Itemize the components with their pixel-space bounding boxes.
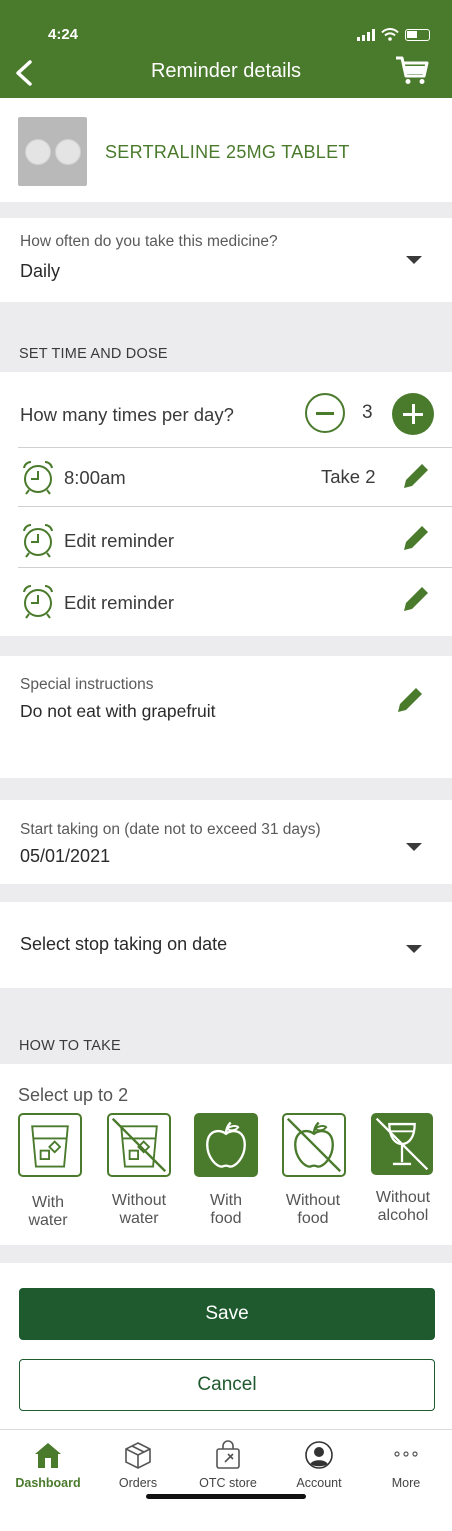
option-label: With food <box>210 1192 242 1227</box>
page-title: Reminder details <box>150 60 302 82</box>
section-header: HOW TO TAKE <box>0 988 452 1064</box>
status-time: 4:24 <box>48 26 79 43</box>
tab-otc-store[interactable]: OTC store <box>183 1440 273 1490</box>
pencil-icon[interactable] <box>400 460 432 492</box>
section-title-how-to-take: HOW TO TAKE <box>19 1038 121 1054</box>
special-instructions[interactable]: Special instructions Do not eat with gra… <box>0 656 452 778</box>
option-label: Without food <box>285 1192 341 1227</box>
reminder-row[interactable]: Edit reminder <box>0 568 452 636</box>
decrement-button[interactable] <box>305 393 345 433</box>
box-icon <box>125 1442 151 1469</box>
option-label: Without alcohol <box>375 1189 431 1224</box>
section-header: SET TIME AND DOSE <box>0 302 452 372</box>
special-instructions-value: Do not eat with grapefruit <box>20 701 216 721</box>
bottom-tab-bar: Dashboard Orders OTC store Account More <box>0 1429 452 1531</box>
dropdown-caret-icon <box>406 256 422 264</box>
battery-icon <box>405 28 430 41</box>
frequency-label: How often do you take this medicine? <box>20 233 278 250</box>
stop-date-label: Select stop taking on date <box>20 934 228 954</box>
start-date-dropdown[interactable]: Start taking on (date not to exceed 31 d… <box>0 800 452 884</box>
spacer <box>0 1245 452 1263</box>
spacer <box>0 884 452 902</box>
signal-icon <box>357 28 375 41</box>
tab-orders[interactable]: Orders <box>93 1440 183 1490</box>
product-image <box>18 117 87 186</box>
pencil-icon[interactable] <box>400 583 432 615</box>
select-hint: Select up to 2 <box>18 1085 129 1105</box>
reminder-time: 8:00am <box>64 467 126 488</box>
increment-button[interactable] <box>392 393 434 435</box>
alarm-clock-icon <box>23 523 53 558</box>
dropdown-caret-icon <box>406 843 422 851</box>
cart-icon[interactable] <box>394 54 430 86</box>
spacer <box>0 636 452 656</box>
option-without-water[interactable] <box>107 1113 171 1177</box>
option-label: With water <box>28 1194 68 1229</box>
alarm-clock-icon <box>23 584 53 619</box>
home-indicator <box>146 1494 306 1499</box>
shopping-bag-icon <box>216 1440 240 1469</box>
no-water-icon <box>111 1117 167 1173</box>
no-alcohol-icon <box>375 1117 429 1171</box>
option-without-food[interactable] <box>282 1113 346 1177</box>
option-label: Without water <box>111 1192 167 1227</box>
pencil-icon[interactable] <box>394 684 426 716</box>
times-per-day-label: How many times per day? <box>20 404 234 425</box>
frequency-value: Daily <box>20 261 61 281</box>
start-date-label: Start taking on (date not to exceed 31 d… <box>20 821 321 838</box>
status-icons <box>357 28 430 41</box>
dropdown-caret-icon <box>406 945 422 953</box>
reminder-dose: Take 2 <box>321 466 376 487</box>
tab-more[interactable]: More <box>361 1440 451 1490</box>
option-with-food[interactable] <box>194 1113 258 1177</box>
reminder-time: Edit reminder <box>64 530 175 551</box>
reminder-time: Edit reminder <box>64 592 175 613</box>
tab-account[interactable]: Account <box>274 1440 364 1490</box>
wifi-icon <box>381 28 399 41</box>
reminder-row[interactable]: 8:00am Take 2 <box>0 448 452 506</box>
option-without-alcohol[interactable] <box>371 1113 433 1175</box>
alarm-clock-icon <box>23 460 53 495</box>
apple-icon <box>206 1121 246 1168</box>
tab-dashboard[interactable]: Dashboard <box>3 1440 93 1490</box>
cancel-button[interactable]: Cancel <box>19 1359 435 1411</box>
app-header: 4:24 Reminder details <box>0 0 452 98</box>
option-with-water[interactable] <box>18 1113 82 1177</box>
section-title-time-dose: SET TIME AND DOSE <box>19 346 168 362</box>
no-food-icon <box>286 1117 342 1173</box>
product-name: SERTRALINE 25MG TABLET <box>105 142 350 162</box>
stop-date-dropdown[interactable]: Select stop taking on date <box>0 902 452 988</box>
spacer <box>0 778 452 800</box>
times-count: 3 <box>362 402 373 423</box>
home-icon <box>35 1443 61 1468</box>
spacer <box>0 202 452 218</box>
start-date-value: 05/01/2021 <box>20 846 111 866</box>
frequency-dropdown[interactable]: How often do you take this medicine? Dai… <box>0 218 452 302</box>
save-button[interactable]: Save <box>19 1288 435 1340</box>
pencil-icon[interactable] <box>400 522 432 554</box>
special-instructions-label: Special instructions <box>20 676 154 693</box>
glass-water-icon <box>31 1125 69 1168</box>
more-dots-icon <box>394 1451 418 1457</box>
reminder-row[interactable]: Edit reminder <box>0 507 452 567</box>
person-icon <box>305 1441 333 1469</box>
